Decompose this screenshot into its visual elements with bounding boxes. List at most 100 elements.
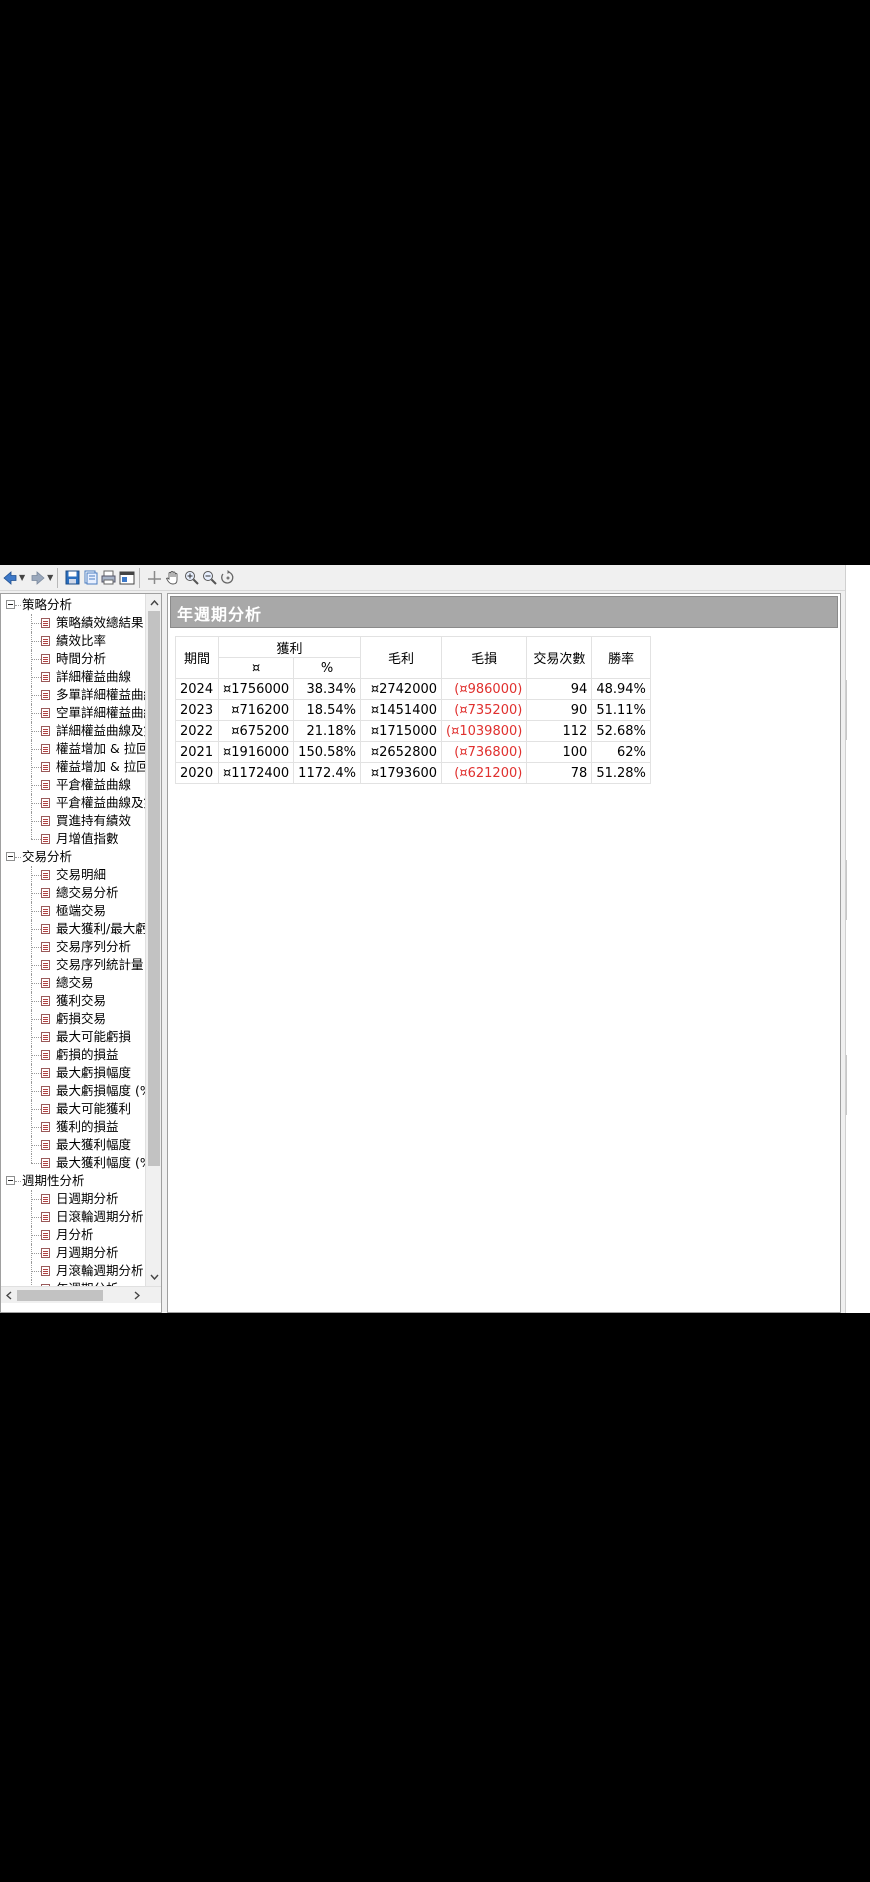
tree-item[interactable]: 最大獲利幅度 (% [1,1154,145,1172]
table-row: 2020 ¤1172400 1172.4% ¤1793600 (¤621200) 78 51… [175,762,651,784]
report-page-icon [41,1032,50,1042]
tree-item-label: 買進持有績效 [56,813,132,828]
cell-profit: ¤1756000 [217,678,295,700]
tree-item[interactable]: 買進持有績效 [1,812,145,830]
tree-item-label: 空單詳細權益曲線 [56,705,145,720]
tree-category-label: 策略分析 [22,597,73,612]
reset-zoom-button[interactable] [220,568,235,588]
tree-item[interactable]: 詳細權益曲線及雙 [1,722,145,740]
tree-item[interactable]: 月週期分析 [1,1244,145,1262]
cell-profit: ¤1916000 [217,741,295,763]
scroll-down-icon[interactable] [146,1268,161,1285]
tree-item[interactable]: 空單詳細權益曲線 [1,704,145,722]
tree-horizontal-scrollbar[interactable] [1,1286,161,1304]
tree-item[interactable]: 日滾輪週期分析 [1,1208,145,1226]
tree-item[interactable]: 詳細權益曲線 [1,668,145,686]
window-button[interactable] [119,568,135,588]
scroll-right-icon[interactable] [129,1287,145,1304]
tree-item[interactable]: 最大虧損幅度 [1,1064,145,1082]
hand-button[interactable] [165,568,181,588]
tree-item[interactable]: 平倉權益曲線 [1,776,145,794]
tree-item[interactable]: 最大可能獲利 [1,1100,145,1118]
col-gross-profit-header: 毛利 [360,636,443,679]
tree-category[interactable]: 週期性分析 [1,1172,145,1190]
zoom-in-button[interactable] [184,568,200,588]
zoom-out-icon [203,571,218,585]
report-page-icon [41,888,50,898]
report-page-icon [41,618,50,628]
report-page-icon [41,1140,50,1150]
zoom-out-button[interactable] [202,568,218,588]
report-page-icon [41,1266,50,1276]
back-button[interactable]: ▼ [3,568,25,588]
report-page-icon [41,1212,50,1222]
cell-profit: ¤716200 [217,699,295,721]
tree-item-label: 月分析 [56,1227,94,1242]
print-icon [101,570,116,585]
forward-dropdown-icon[interactable]: ▼ [47,573,53,582]
tree-item[interactable]: 虧損的損益 [1,1046,145,1064]
tree-item[interactable]: 最大獲利幅度 [1,1136,145,1154]
tree-item[interactable]: 平倉權益曲線及雙 [1,794,145,812]
tree-item[interactable]: 月滾輪週期分析 [1,1262,145,1280]
tree-item[interactable]: 最大虧損幅度 (% [1,1082,145,1100]
tree-item[interactable]: 交易序列分析 [1,938,145,956]
report-page-icon [41,1122,50,1132]
tree-item[interactable]: 權益增加 & 拉回 [1,740,145,758]
scroll-up-icon[interactable] [146,594,161,611]
tree-item-label: 多單詳細權益曲線 [56,687,145,702]
tree-item[interactable]: 總交易 [1,974,145,992]
tree-item[interactable]: 最大可能虧損 [1,1028,145,1046]
tree-item[interactable]: 獲利交易 [1,992,145,1010]
tree-item-label: 交易明細 [56,867,107,882]
collapse-toggle-icon[interactable] [6,1176,15,1185]
print-button[interactable] [101,568,116,588]
collapse-toggle-icon[interactable] [6,852,15,861]
tree-item[interactable]: 極端交易 [1,902,145,920]
tree-item[interactable]: 日週期分析 [1,1190,145,1208]
zoom-in-icon [185,571,200,585]
tree-category[interactable]: 策略分析 [1,596,145,614]
col-gross-loss-header: 毛損 [441,636,528,679]
save-button[interactable] [65,568,80,588]
tree-item[interactable]: 交易序列統計量 [1,956,145,974]
tree-item[interactable]: 交易明細 [1,866,145,884]
annual-period-table: 期間 獲利 毛利 毛損 交易次數 勝率 ¤ % 2024 ¤1756000 38.3… [175,636,651,784]
collapse-toggle-icon[interactable] [6,600,15,609]
forward-button[interactable]: ▼ [31,568,53,588]
copy-button[interactable] [83,568,98,588]
tree-item[interactable]: 多單詳細權益曲線 [1,686,145,704]
report-page-icon [41,834,50,844]
scroll-left-icon[interactable] [1,1287,17,1304]
tree-category[interactable]: 交易分析 [1,848,145,866]
cell-period: 2024 [175,678,219,700]
cell-gross-loss: (¤736800) [441,741,528,763]
tree-item-label: 最大獲利/最大虧 [56,921,145,936]
cross-cursor-button[interactable] [147,568,162,588]
tree-item[interactable]: 月分析 [1,1226,145,1244]
cell-win-rate: 62% [591,741,651,763]
tree-item[interactable]: 權益增加 & 拉回( [1,758,145,776]
cell-gross-profit: ¤2742000 [360,678,443,700]
tree-item[interactable]: 時間分析 [1,650,145,668]
tree-item-label: 最大可能獲利 [56,1101,132,1116]
tree-item[interactable]: 策略績效總結果 [1,614,145,632]
tree-item[interactable]: 月增值指數 [1,830,145,848]
tree-item[interactable]: 獲利的損益 [1,1118,145,1136]
tree-item-label: 虧損的損益 [56,1047,119,1062]
tree-item-label: 最大獲利幅度 [56,1137,132,1152]
tree-item[interactable]: 虧損交易 [1,1010,145,1028]
report-panel: 年週期分析 期間 獲利 毛利 毛損 交易次數 勝率 ¤ % 2024 ¤17560… [167,593,841,1313]
tree-item[interactable]: 績效比率 [1,632,145,650]
report-page-icon [41,906,50,916]
tree-item[interactable]: 最大獲利/最大虧 [1,920,145,938]
tree-horizontal-scroll-thumb[interactable] [17,1290,103,1301]
tree-item-label: 極端交易 [56,903,107,918]
tree-item[interactable]: 總交易分析 [1,884,145,902]
cell-period: 2021 [175,741,219,763]
cell-period: 2023 [175,699,219,721]
tree-vertical-scrollbar[interactable] [145,594,161,1286]
cell-profit-percent: 1172.4% [293,762,362,784]
back-dropdown-icon[interactable]: ▼ [19,573,25,582]
tree-vertical-scroll-thumb[interactable] [148,611,160,1166]
